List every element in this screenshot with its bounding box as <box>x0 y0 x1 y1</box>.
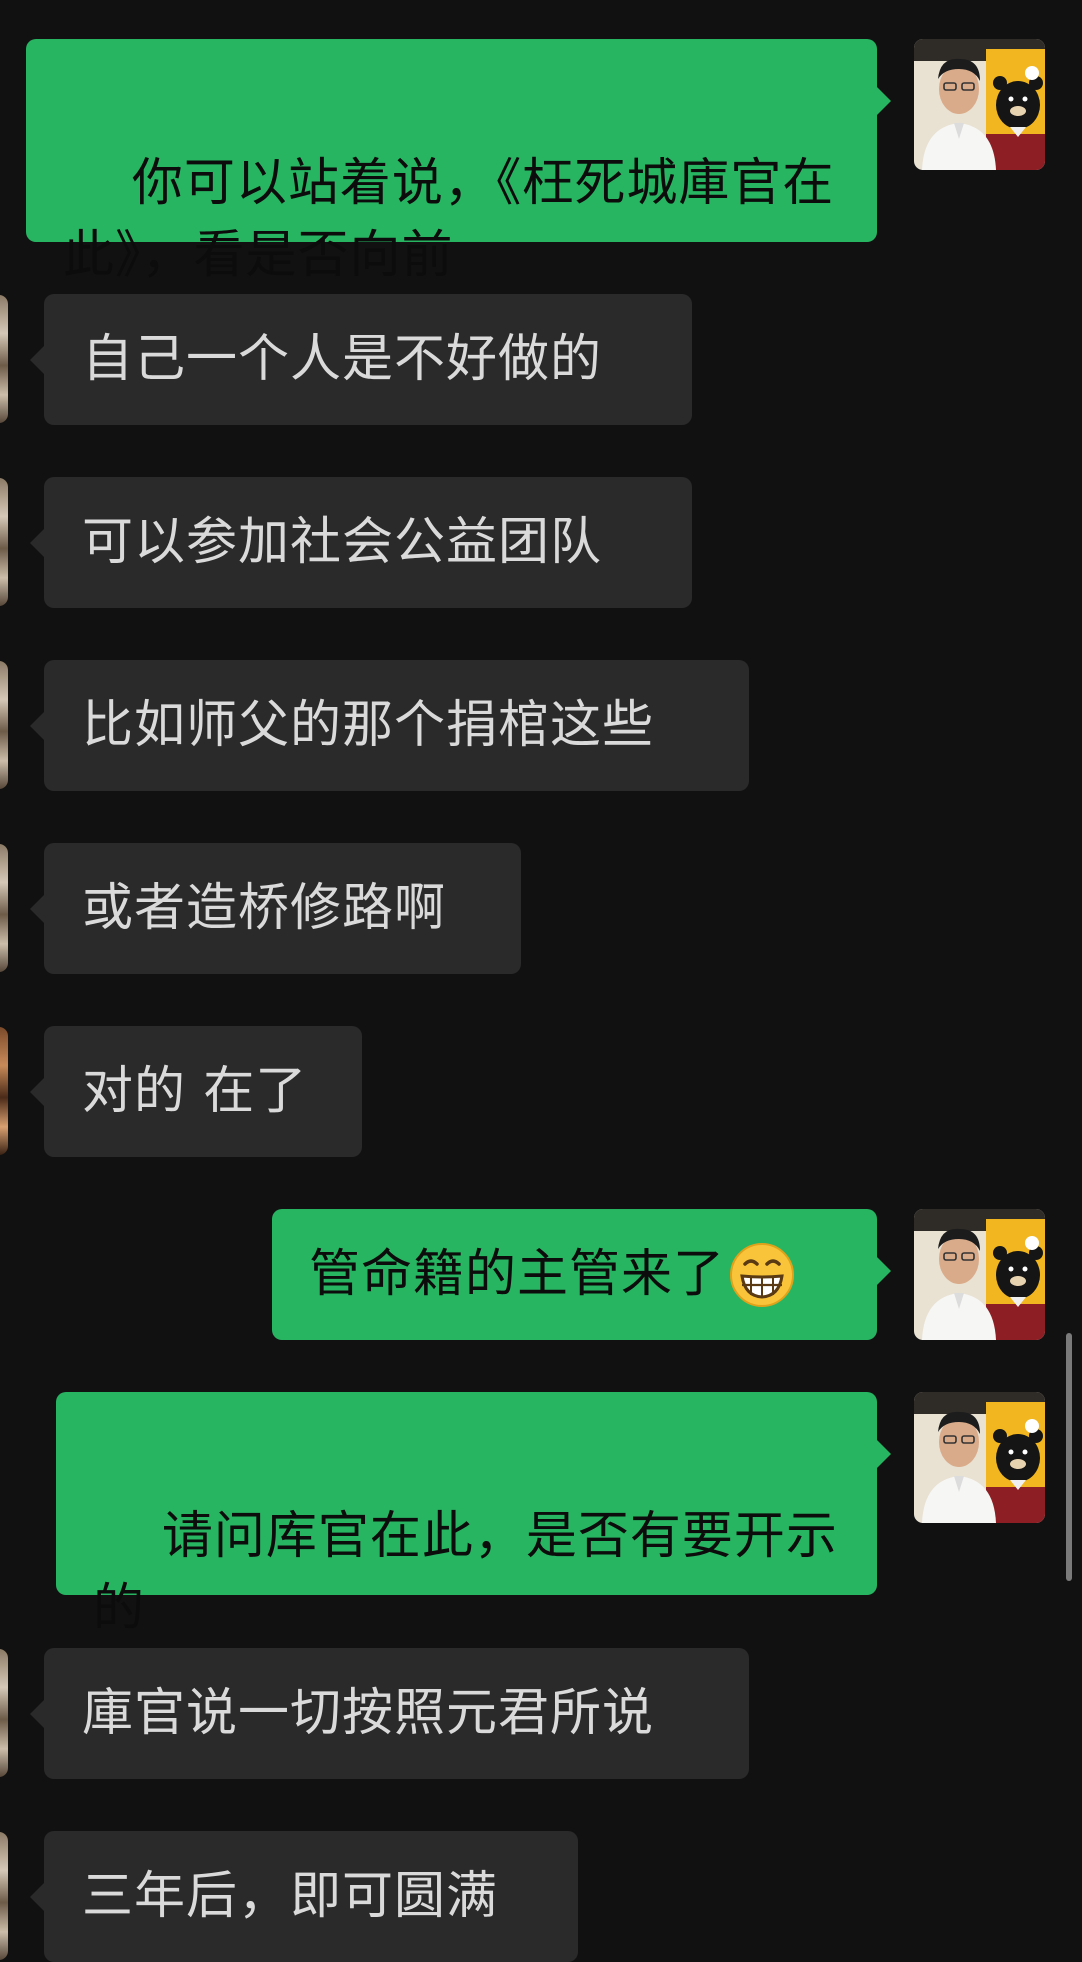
message-text: 管命籍的主管来了 <box>309 1244 726 1304</box>
self-avatar-image-icon <box>914 1392 1045 1523</box>
incoming-message-bubble[interactable]: 比如师父的那个捐棺这些 <box>30 660 749 791</box>
outgoing-message-bubble[interactable]: 管命籍的主管来了 <box>272 1209 891 1340</box>
incoming-message-bubble[interactable]: 三年后，即可圆满 <box>30 1831 578 1962</box>
outgoing-message-bubble[interactable]: 请问库官在此，是否有要开示的 <box>56 1392 891 1638</box>
incoming-message-bubble[interactable]: 或者造桥修路啊 <box>30 843 521 974</box>
self-avatar-image-icon <box>914 1209 1045 1340</box>
peer-avatar[interactable] <box>0 661 8 789</box>
peer-avatar[interactable] <box>0 1027 8 1155</box>
message-text: 请问库官在此，是否有要开示的 <box>93 1507 838 1638</box>
peer-avatar[interactable] <box>0 295 8 423</box>
self-avatar[interactable] <box>914 1209 1045 1340</box>
peer-avatar[interactable] <box>0 1832 8 1960</box>
grinning-face-icon <box>729 1242 795 1308</box>
message-text: 比如师父的那个捐棺这些 <box>82 695 655 755</box>
message-text: 庫官说一切按照元君所说 <box>82 1683 655 1743</box>
chat-message-list[interactable]: 你可以站着说，《枉死城庫官在此》，看是否向前 自己一个人是不好做的 可以参加社会… <box>0 0 1082 1962</box>
message-text: 对的 在了 <box>82 1061 308 1121</box>
self-avatar[interactable] <box>914 1392 1045 1523</box>
self-avatar-image-icon <box>914 39 1045 170</box>
message-text: 三年后，即可圆满 <box>82 1866 499 1926</box>
incoming-message-bubble[interactable]: 庫官说一切按照元君所说 <box>30 1648 749 1779</box>
message-text: 可以参加社会公益团队 <box>82 512 603 572</box>
incoming-message-bubble[interactable]: 可以参加社会公益团队 <box>30 477 692 608</box>
peer-avatar[interactable] <box>0 1649 8 1777</box>
message-text: 你可以站着说，《枉死城庫官在此》，看是否向前 <box>63 154 835 285</box>
self-avatar[interactable] <box>914 39 1045 170</box>
outgoing-message-bubble[interactable]: 你可以站着说，《枉死城庫官在此》，看是否向前 <box>26 39 891 285</box>
peer-avatar[interactable] <box>0 844 8 972</box>
message-text: 或者造桥修路啊 <box>82 878 447 938</box>
scrollbar-thumb[interactable] <box>1066 1333 1072 1581</box>
peer-avatar[interactable] <box>0 478 8 606</box>
incoming-message-bubble[interactable]: 自己一个人是不好做的 <box>30 294 692 425</box>
message-text: 自己一个人是不好做的 <box>82 329 603 389</box>
incoming-message-bubble[interactable]: 对的 在了 <box>30 1026 362 1157</box>
